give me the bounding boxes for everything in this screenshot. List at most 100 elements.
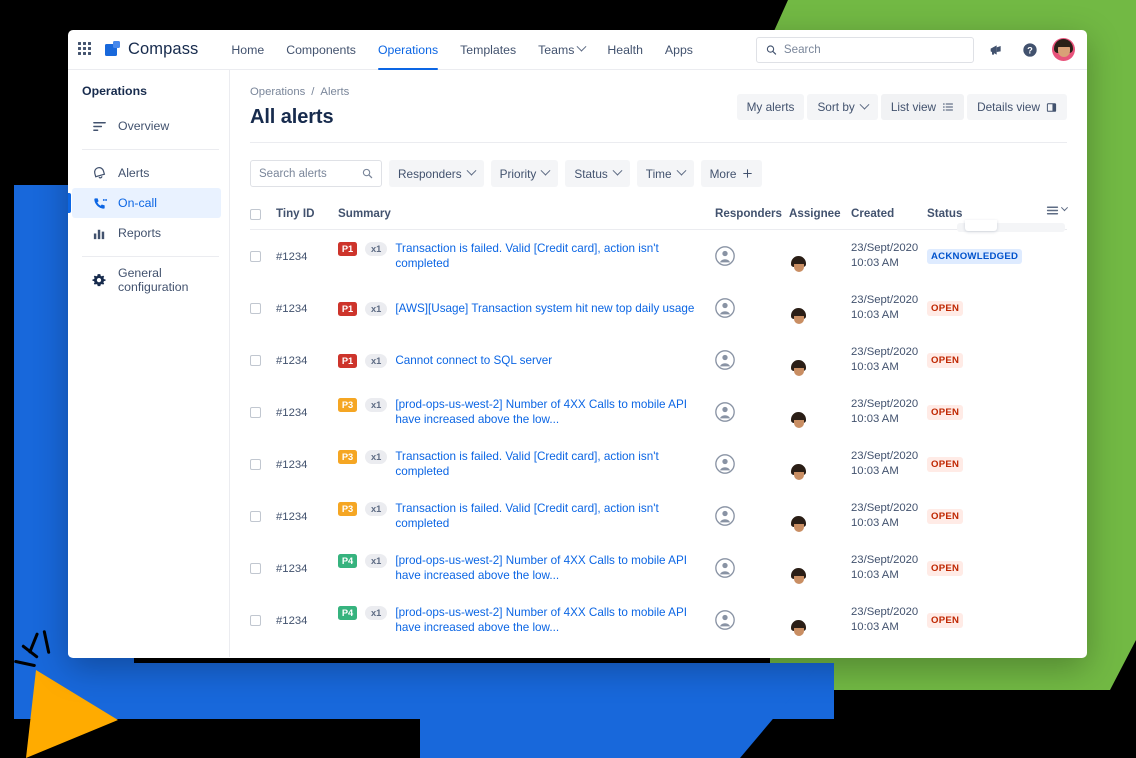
sidebar-item-reports[interactable]: Reports [72, 218, 221, 248]
sidebar-item-alerts[interactable]: Alerts [72, 158, 221, 188]
details-view-icon [1046, 102, 1057, 113]
status-badge: OPEN [927, 301, 963, 316]
sidebar-item-label: General configuration [118, 266, 211, 294]
filter-priority-button[interactable]: Priority [491, 160, 559, 187]
button-label: Priority [500, 167, 537, 181]
nav-link-apps[interactable]: Apps [654, 30, 704, 70]
row-select-cell [250, 334, 276, 386]
row-checkbox[interactable] [250, 407, 261, 418]
header-summary[interactable]: Summary [338, 204, 715, 230]
nav-link-health[interactable]: Health [596, 30, 654, 70]
row-status-cell: OPEN [927, 490, 1031, 542]
row-options-cell [1031, 646, 1067, 658]
responder-avatar-icon[interactable] [715, 610, 735, 630]
filter-responders-button[interactable]: Responders [389, 160, 484, 187]
responder-avatar-icon[interactable] [715, 350, 735, 370]
filter-more-button[interactable]: More [701, 160, 763, 187]
occurrence-count-badge: x1 [365, 302, 387, 316]
compass-brand[interactable]: Compass [105, 40, 198, 59]
responder-avatar-icon[interactable] [715, 402, 735, 422]
megaphone-icon[interactable] [984, 38, 1008, 62]
alert-summary-link[interactable]: Cannot connect to SQL server [395, 353, 552, 368]
list-view-icon [942, 101, 954, 113]
row-options-cell [1031, 594, 1067, 646]
table-row[interactable]: #1234P4x1[prod-ops-us-west-2] Number of … [250, 542, 1067, 594]
created-date: 23/Sept/2020 [851, 449, 927, 464]
header-responders[interactable]: Responders [715, 204, 789, 230]
breadcrumb-alerts[interactable]: Alerts [320, 86, 349, 98]
table-row[interactable]: #1234P1x1Transaction is failed. Valid [C… [250, 230, 1067, 283]
sidebar-item-general-configuration[interactable]: General configuration [72, 265, 221, 295]
priority-badge: P3 [338, 502, 357, 516]
table-row[interactable]: #1234P3x1Transaction is failed. Valid [C… [250, 438, 1067, 490]
created-time: 10:03 AM [851, 568, 927, 583]
table-row[interactable]: #1234P3x1[prod-ops-us-west-2] Number of … [250, 386, 1067, 438]
search-input[interactable] [784, 43, 964, 56]
status-badge: OPEN [927, 457, 963, 472]
table-row[interactable]: #1234P4x1[prod-ops-us-west-2] Number of … [250, 646, 1067, 658]
row-checkbox[interactable] [250, 355, 261, 366]
row-created-cell: 23/Sept/202010:03 AM [851, 594, 927, 646]
breadcrumb-operations[interactable]: Operations [250, 86, 305, 98]
header-created[interactable]: Created [851, 204, 927, 230]
table-row[interactable]: #1234P3x1Transaction is failed. Valid [C… [250, 490, 1067, 542]
list-view-button[interactable]: List view [881, 94, 964, 120]
status-badge: OPEN [927, 405, 963, 420]
search-icon [362, 168, 373, 179]
user-avatar[interactable] [1052, 38, 1075, 61]
alert-summary-link[interactable]: [prod-ops-us-west-2] Number of 4XX Calls… [395, 397, 705, 427]
filter-status-button[interactable]: Status [565, 160, 629, 187]
responder-avatar-icon[interactable] [715, 246, 735, 266]
filter-toolbar: Responders Priority Status Time [250, 160, 1067, 187]
sort-by-button[interactable]: Sort by [807, 94, 877, 120]
page-title: All alerts [250, 106, 349, 129]
search-alerts-input[interactable] [259, 168, 357, 180]
global-search[interactable] [756, 37, 974, 63]
responder-avatar-icon[interactable] [715, 298, 735, 318]
sidebar-item-label: Alerts [118, 166, 149, 180]
alert-summary-link[interactable]: Transaction is failed. Valid [Credit car… [395, 449, 705, 479]
partial-hidden-control [957, 220, 1065, 234]
nav-link-components[interactable]: Components [275, 30, 367, 70]
my-alerts-button[interactable]: My alerts [737, 94, 805, 120]
header-tiny-id[interactable]: Tiny ID [276, 204, 338, 230]
chevron-down-icon [612, 166, 622, 176]
details-view-button[interactable]: Details view [967, 94, 1067, 120]
row-checkbox[interactable] [250, 563, 261, 574]
row-checkbox[interactable] [250, 303, 261, 314]
responder-avatar-icon[interactable] [715, 506, 735, 526]
row-responders-cell [715, 542, 789, 594]
nav-link-home[interactable]: Home [220, 30, 275, 70]
sidebar-item-overview[interactable]: Overview [72, 111, 221, 141]
filter-time-button[interactable]: Time [637, 160, 694, 187]
table-row[interactable]: #1234P1x1Cannot connect to SQL server23/… [250, 334, 1067, 386]
alert-summary-link[interactable]: Transaction is failed. Valid [Credit car… [395, 501, 705, 531]
alert-summary-link[interactable]: [prod-ops-us-west-2] Number of 4XX Calls… [395, 605, 705, 635]
responder-avatar-icon[interactable] [715, 558, 735, 578]
alert-summary-link[interactable]: [AWS][Usage] Transaction system hit new … [395, 301, 694, 316]
select-all-checkbox[interactable] [250, 209, 261, 220]
alert-summary-link[interactable]: [prod-ops-us-west-2] Number of 4XX Calls… [395, 657, 705, 658]
alert-summary-link[interactable]: [prod-ops-us-west-2] Number of 4XX Calls… [395, 553, 705, 583]
table-row[interactable]: #1234P4x1[prod-ops-us-west-2] Number of … [250, 594, 1067, 646]
button-label: Status [574, 167, 607, 181]
nav-link-templates[interactable]: Templates [449, 30, 527, 70]
nav-link-operations[interactable]: Operations [367, 30, 449, 70]
row-select-cell [250, 230, 276, 283]
table-row[interactable]: #1234P1x1[AWS][Usage] Transaction system… [250, 282, 1067, 334]
row-checkbox[interactable] [250, 511, 261, 522]
row-checkbox[interactable] [250, 615, 261, 626]
nav-link-teams[interactable]: Teams [527, 30, 596, 70]
alert-summary-link[interactable]: Transaction is failed. Valid [Credit car… [395, 241, 705, 271]
help-circle-icon[interactable]: ? [1018, 38, 1042, 62]
row-checkbox[interactable] [250, 459, 261, 470]
app-switcher-grid-icon[interactable] [78, 42, 94, 58]
responder-avatar-icon[interactable] [715, 454, 735, 474]
chevron-down-icon [577, 42, 587, 52]
alert-search[interactable] [250, 160, 382, 187]
sidebar-item-on-call[interactable]: On-call [72, 188, 221, 218]
header-assignee[interactable]: Assignee [789, 204, 851, 230]
row-checkbox[interactable] [250, 251, 261, 262]
row-status-cell: OPEN [927, 438, 1031, 490]
created-date: 23/Sept/2020 [851, 397, 927, 412]
